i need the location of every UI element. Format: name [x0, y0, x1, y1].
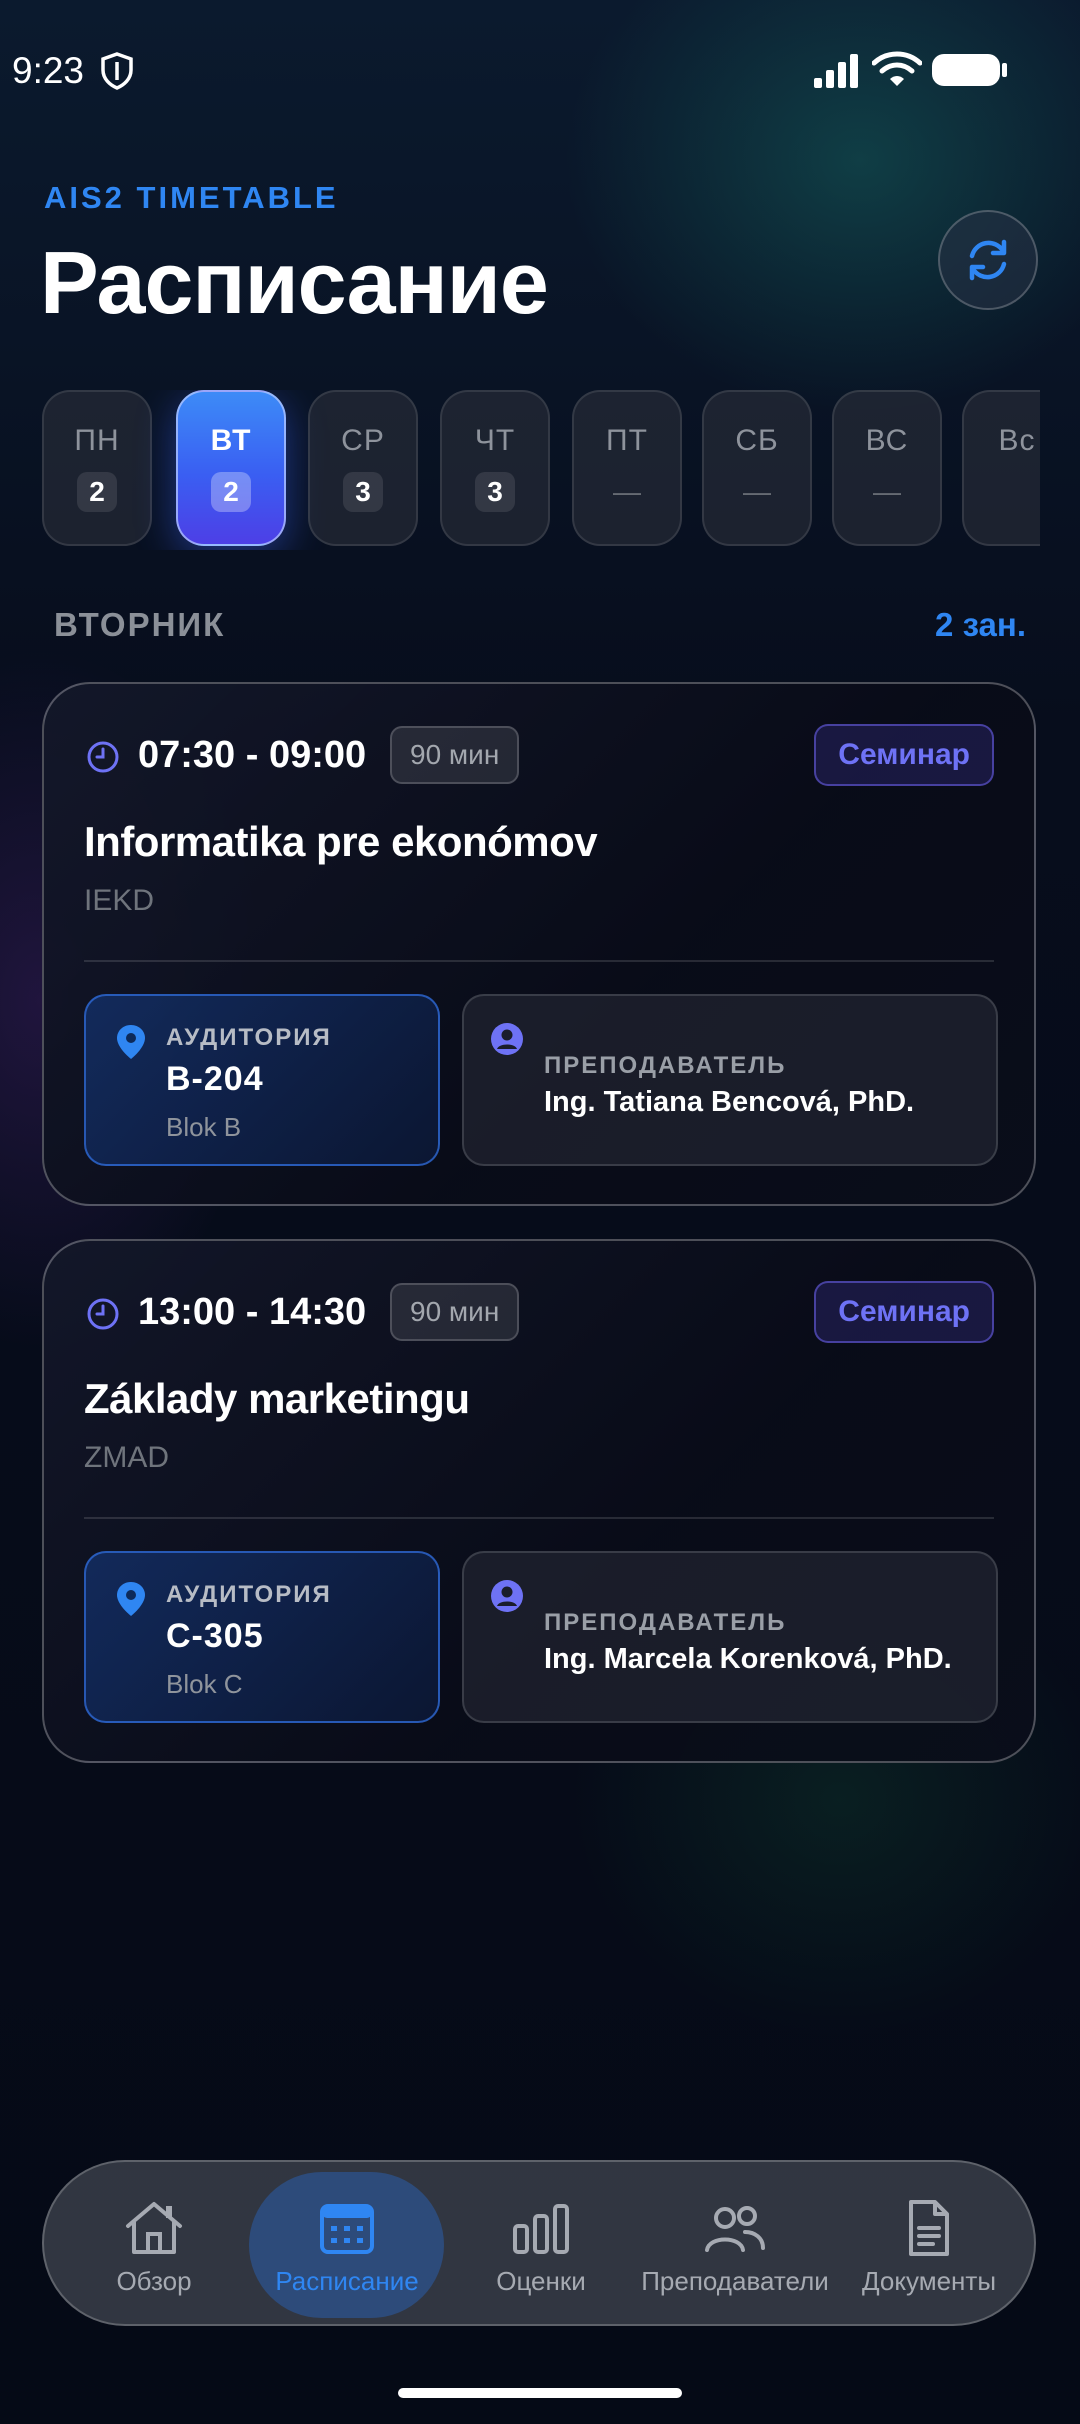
room-label: АУДИТОРИЯ [166, 1024, 332, 1051]
battery-icon [932, 54, 1007, 86]
lesson-type-badge: Семинар [814, 1281, 994, 1343]
day-name: ВТ [210, 424, 252, 457]
day-count: 3 [343, 472, 383, 512]
wifi-icon [872, 51, 922, 86]
nav-label: Обзор [116, 2266, 192, 2296]
course-name: Základy marketingu [84, 1375, 470, 1422]
nav-label: Документы [861, 2266, 997, 2296]
teacher-box: ПРЕПОДАВАТЕЛЬ Ing. Marcela Korenková, Ph… [462, 1551, 998, 1723]
day-name: Вс [998, 424, 1036, 457]
section-title: ВТОРНИК [54, 606, 226, 643]
people-icon [705, 2206, 765, 2252]
day-count: 2 [77, 472, 117, 512]
room-building: Blok C [166, 1669, 243, 1699]
calendar-icon [320, 2204, 374, 2254]
day-count: — [873, 476, 901, 507]
location-pin-icon [117, 1025, 145, 1059]
lesson-card[interactable]: 13:00 - 14:30 90 мин Семинар Základy mar… [42, 1239, 1036, 1763]
day-count [997, 472, 1037, 512]
status-bar: 9:23 [0, 0, 1080, 140]
home-icon [126, 2202, 182, 2254]
shield-icon [101, 52, 133, 90]
clock-icon [87, 741, 119, 773]
day-chip-wed[interactable]: СР 3 [308, 390, 418, 546]
refresh-button[interactable] [938, 210, 1038, 310]
teacher-box: ПРЕПОДАВАТЕЛЬ Ing. Tatiana Bencová, PhD. [462, 994, 998, 1166]
day-name: ЧТ [474, 424, 516, 457]
day-count: — [743, 476, 771, 507]
lesson-count: 2 зан. [935, 606, 1026, 643]
room-box: АУДИТОРИЯ C-305 Blok C [84, 1551, 440, 1723]
day-count: 3 [475, 472, 515, 512]
teacher-name: Ing. Tatiana Bencová, PhD. [544, 1086, 915, 1118]
room-number: C-305 [166, 1617, 264, 1655]
teacher-name: Ing. Marcela Korenková, PhD. [544, 1643, 952, 1675]
status-time: 9:23 [12, 50, 85, 91]
bottom-navigation: Обзор Расписание Оценки Преподаватели До… [42, 2160, 1036, 2326]
day-count: 2 [211, 472, 251, 512]
teacher-label: ПРЕПОДАВАТЕЛЬ [544, 1609, 787, 1636]
person-icon [491, 1580, 523, 1612]
nav-label: Оценки [496, 2266, 586, 2296]
nav-label: Преподаватели [641, 2266, 829, 2296]
refresh-icon [969, 239, 1007, 281]
signal-icon [814, 54, 858, 88]
duration-badge: 90 мин [390, 1283, 520, 1341]
room-building: Blok B [166, 1112, 242, 1142]
day-chip-all[interactable]: Вс [962, 390, 1040, 546]
lesson-time: 07:30 - 09:00 [138, 734, 367, 776]
course-name: Informatika pre ekonómov [84, 818, 598, 865]
location-pin-icon [117, 1582, 145, 1616]
day-chip-sun[interactable]: ВС — [832, 390, 942, 546]
day-selector: ПН 2 ВТ 2 СР 3 ЧТ 3 ПТ — СБ — ВС — Вс [42, 390, 1040, 550]
day-chip-thu[interactable]: ЧТ 3 [440, 390, 550, 546]
duration-badge: 90 мин [390, 726, 520, 784]
day-chip-tue[interactable]: ВТ 2 [176, 390, 286, 546]
document-icon [909, 2200, 949, 2256]
day-chip-fri[interactable]: ПТ — [572, 390, 682, 546]
nav-label: Расписание [275, 2266, 419, 2296]
clock-icon [87, 1298, 119, 1330]
nav-item-grades[interactable]: Оценки [446, 2162, 636, 2328]
day-name: ПТ [606, 424, 648, 457]
day-name: СР [341, 424, 385, 457]
nav-item-overview[interactable]: Обзор [59, 2162, 249, 2328]
card-divider [84, 960, 994, 962]
room-box: АУДИТОРИЯ B-204 Blok B [84, 994, 440, 1166]
app-label: AIS2 TIMETABLE [44, 180, 339, 215]
room-number: B-204 [166, 1060, 264, 1098]
day-chip-mon[interactable]: ПН 2 [42, 390, 152, 546]
teacher-label: ПРЕПОДАВАТЕЛЬ [544, 1052, 787, 1079]
day-chip-sat[interactable]: СБ — [702, 390, 812, 546]
day-count: — [613, 476, 641, 507]
nav-item-schedule[interactable]: Расписание [252, 2162, 442, 2328]
person-icon [491, 1023, 523, 1055]
bar-chart-icon [513, 2204, 569, 2254]
page-title: Расписание [40, 233, 549, 332]
day-name: ПН [74, 424, 120, 457]
lesson-card[interactable]: 07:30 - 09:00 90 мин Семинар Informatika… [42, 682, 1036, 1206]
day-name: СБ [735, 424, 779, 457]
lesson-time: 13:00 - 14:30 [138, 1291, 367, 1333]
day-name: ВС [865, 424, 909, 457]
nav-item-documents[interactable]: Документы [834, 2162, 1024, 2328]
home-indicator[interactable] [398, 2388, 682, 2398]
lesson-type-badge: Семинар [814, 724, 994, 786]
card-divider [84, 1517, 994, 1519]
course-code: ZMAD [84, 1441, 169, 1474]
nav-item-teachers[interactable]: Преподаватели [640, 2162, 830, 2328]
course-code: IEKD [84, 884, 155, 917]
room-label: АУДИТОРИЯ [166, 1581, 332, 1608]
